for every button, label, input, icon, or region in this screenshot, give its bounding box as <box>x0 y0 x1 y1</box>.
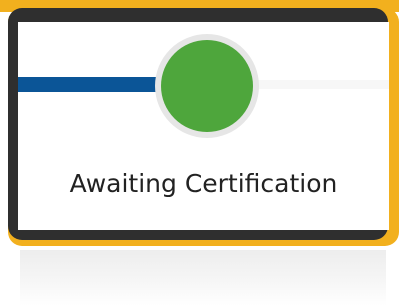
status-circle-icon <box>161 40 253 132</box>
step-card-content[interactable]: Awaiting Certification <box>18 22 389 230</box>
card-reflection <box>20 250 386 306</box>
progress-track-complete <box>18 77 160 92</box>
progress-track-pending <box>239 80 389 89</box>
status-label: Awaiting Certification <box>69 169 338 198</box>
